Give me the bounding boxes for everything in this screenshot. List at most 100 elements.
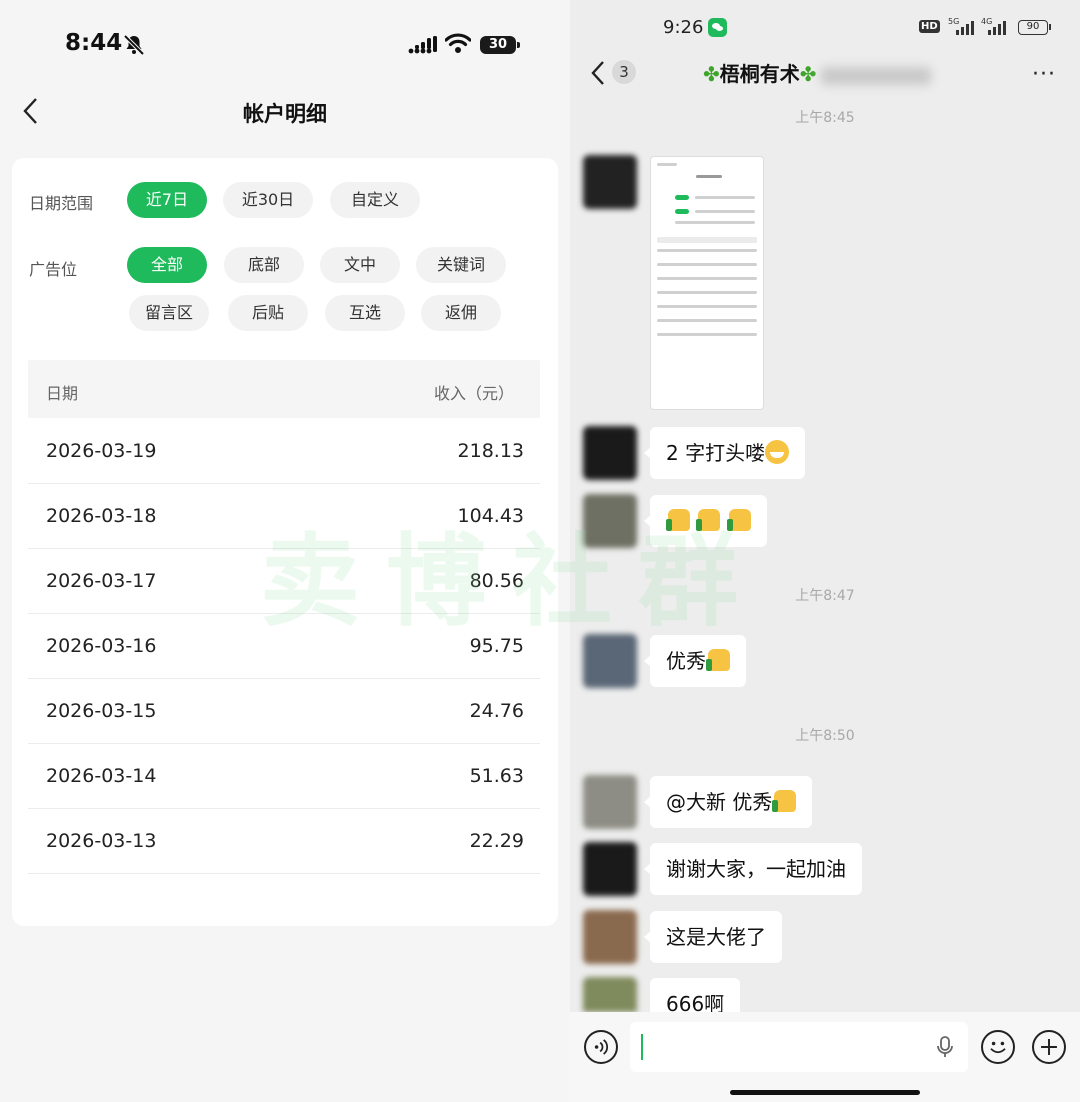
chat-message: @大新 优秀: [643, 776, 813, 828]
image-message-screenshot[interactable]: [650, 156, 764, 410]
row-income: 80.56: [469, 570, 524, 592]
thumbs-up-emoji-icon: [696, 509, 721, 531]
thumbs-up-emoji-icon: [726, 509, 751, 531]
clover-icon: ✤: [703, 62, 720, 86]
avatar[interactable]: [583, 977, 637, 1012]
chat-title: ✤梧桐有术✤: [703, 58, 931, 87]
clover-icon: ✤: [799, 62, 817, 86]
ad-slot-bottom-chip[interactable]: 底部: [224, 247, 304, 283]
row-date: 2026-03-16: [46, 635, 157, 657]
chat-message: 优秀: [644, 635, 746, 687]
chat-message-text: 2 字打头喽: [666, 441, 766, 465]
avatar[interactable]: [583, 775, 637, 829]
timestamp: 上午8:45: [795, 110, 855, 126]
date-range-label: 日期范围: [29, 194, 94, 213]
chat-message: 666啊: [650, 978, 741, 1012]
table-row: 2026-03-18 104.43: [28, 484, 540, 549]
unread-count-badge[interactable]: 3: [612, 60, 636, 84]
signal-icon: [988, 21, 1006, 35]
battery-indicator: 90: [1018, 20, 1051, 35]
row-date: 2026-03-15: [46, 700, 157, 722]
row-date: 2026-03-17: [46, 570, 157, 592]
column-header-date: 日期: [46, 384, 79, 403]
signal-icon: [956, 21, 974, 35]
more-options-icon[interactable]: ···: [1032, 62, 1056, 87]
row-date: 2026-03-14: [46, 765, 157, 787]
ad-slot-after-chip[interactable]: 后贴: [228, 295, 308, 331]
row-income: 51.63: [469, 765, 524, 787]
row-income: 104.43: [457, 505, 524, 527]
chat-message-text: 优秀: [666, 649, 706, 673]
ad-slot-all-chip[interactable]: 全部: [127, 247, 207, 283]
ad-slot-keyword-chip[interactable]: 关键词: [416, 247, 506, 283]
battery-indicator: 30: [480, 36, 520, 54]
status-bar: 8:44 30: [0, 0, 570, 90]
table-row: 2026-03-14 51.63: [28, 744, 540, 809]
plus-icon[interactable]: [1032, 1030, 1066, 1064]
timestamp: 上午8:50: [795, 728, 855, 744]
row-date: 2026-03-19: [46, 440, 157, 462]
chat-message-text: 666啊: [666, 992, 725, 1012]
table-header: 日期 收入（元）: [28, 360, 540, 418]
grin-emoji-icon: [765, 440, 790, 464]
timestamp: 上午8:47: [795, 588, 855, 604]
table-row: 2026-03-17 80.56: [28, 549, 540, 614]
row-income: 24.76: [469, 700, 524, 722]
chat-message-text: 这是大佬了: [666, 925, 766, 949]
thumbs-up-emoji-icon: [666, 509, 690, 531]
blurred-title-suffix: [820, 66, 931, 85]
chat-input-bar: [570, 1012, 1080, 1102]
status-time: 8:44: [65, 30, 123, 56]
hd-indicator: HD: [919, 20, 940, 33]
chat-message: [644, 495, 767, 547]
wifi-icon: [445, 33, 471, 53]
wechat-notification-icon: [708, 18, 727, 37]
table-row: 2026-03-19 218.13: [28, 419, 540, 484]
chat-title-text: 梧桐有术: [719, 62, 800, 86]
group-chat-screen: 9:26 HD 5G 4G 90 3 ✤梧桐有术✤ ··· 上午8:45 2 字…: [570, 0, 1080, 1102]
avatar[interactable]: [583, 494, 637, 548]
ad-slot-comments-chip[interactable]: 留言区: [129, 295, 209, 331]
date-range-custom-chip[interactable]: 自定义: [330, 182, 420, 218]
page-title: 帐户明细: [243, 102, 327, 126]
row-income: 95.75: [469, 635, 524, 657]
column-header-income: 收入（元）: [433, 384, 514, 403]
ad-slot-rebate-chip[interactable]: 返佣: [421, 295, 501, 331]
chat-message: 2 字打头喽: [643, 427, 806, 479]
text-cursor: [641, 1034, 643, 1060]
status-time: 9:26: [663, 17, 704, 38]
account-detail-screen: 8:44 30 帐户明细 日期范围 近7日 近30日 自定义 广告位 全部 底部…: [0, 0, 570, 1102]
nav-bar: 帐户明细: [0, 88, 570, 138]
date-range-30d-chip[interactable]: 近30日: [223, 182, 313, 218]
table-row: 2026-03-15 24.76: [28, 679, 540, 744]
chat-message: 这是大佬了: [644, 911, 782, 963]
avatar[interactable]: [583, 910, 637, 964]
avatar[interactable]: [583, 634, 637, 688]
avatar[interactable]: [583, 842, 637, 896]
row-date: 2026-03-18: [46, 505, 157, 527]
table-row: 2026-03-13 22.29: [28, 809, 540, 874]
signal-icon: [408, 36, 437, 54]
emoji-icon[interactable]: [981, 1030, 1015, 1064]
ad-slot-inline-chip[interactable]: 文中: [320, 247, 400, 283]
message-input[interactable]: [630, 1022, 968, 1072]
row-income: 22.29: [469, 830, 524, 852]
thumbs-up-emoji-icon: [772, 790, 797, 812]
table-row: 2026-03-16 95.75: [28, 614, 540, 679]
chat-message-text: @大新 优秀: [666, 790, 773, 814]
home-indicator[interactable]: [730, 1090, 920, 1095]
thumbs-up-emoji-icon: [706, 649, 730, 671]
ad-slot-mutual-chip[interactable]: 互选: [325, 295, 405, 331]
avatar[interactable]: [583, 155, 637, 209]
bell-muted-icon: [123, 34, 145, 56]
chat-message: 谢谢大家，一起加油: [644, 843, 862, 895]
date-range-7d-chip[interactable]: 近7日: [127, 182, 207, 218]
ad-slot-label: 广告位: [29, 260, 78, 279]
row-date: 2026-03-13: [46, 830, 157, 852]
back-chevron-icon[interactable]: [590, 60, 606, 86]
avatar[interactable]: [583, 426, 637, 480]
row-income: 218.13: [457, 440, 524, 462]
filter-and-table-card: 日期范围 近7日 近30日 自定义 广告位 全部 底部 文中 关键词 留言区 后…: [12, 158, 558, 926]
microphone-icon[interactable]: [936, 1036, 954, 1058]
voice-toggle-icon[interactable]: [584, 1030, 618, 1064]
